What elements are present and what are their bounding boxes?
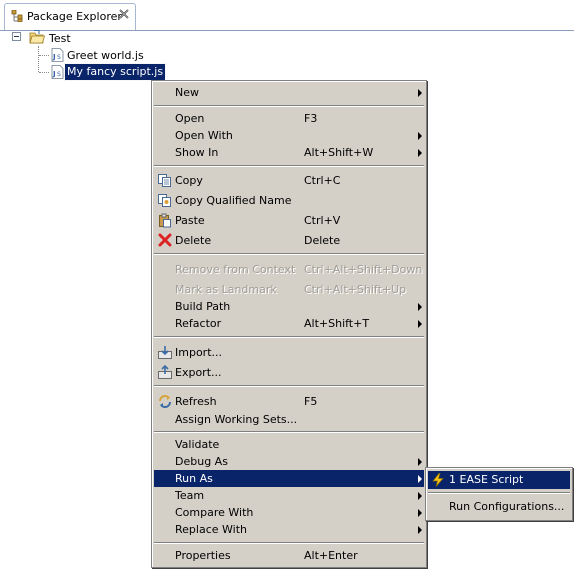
menu-separator	[154, 253, 424, 255]
menu-item-copy-qualified-name[interactable]: Copy Qualified Name	[154, 192, 424, 209]
export-icon	[158, 365, 172, 379]
shortcut-label: Ctrl+C	[304, 174, 341, 187]
menu-item-import[interactable]: Import...	[154, 344, 424, 361]
menu-item-paste[interactable]: Paste Ctrl+V	[154, 212, 424, 229]
submenu-arrow-icon	[418, 509, 422, 517]
menu-item-open-with[interactable]: Open With	[154, 127, 424, 144]
project-node[interactable]: Test	[49, 32, 71, 45]
shortcut-label: Alt+Shift+T	[304, 317, 370, 330]
menu-separator	[154, 385, 424, 387]
paste-icon	[159, 213, 171, 228]
menu-item-open[interactable]: Open F3	[154, 110, 424, 127]
menu-item-mark-as-landmark: Mark as Landmark Ctrl+Alt+Shift+Up	[175, 283, 407, 296]
shortcut-label: Ctrl+Alt+Shift+Down	[304, 263, 423, 276]
menu-item-show-in[interactable]: Show In Alt+Shift+W	[154, 144, 424, 161]
submenu-arrow-icon	[418, 458, 422, 466]
menu-separator	[154, 165, 424, 167]
tree-file-item-selected[interactable]: My fancy script.js	[63, 63, 167, 81]
tree-connector	[39, 72, 49, 73]
submenu-arrow-icon	[418, 492, 422, 500]
submenu-arrow-icon	[418, 320, 422, 328]
menu-item-run-as[interactable]: Run As	[154, 470, 424, 487]
menu-item-refactor[interactable]: Refactor Alt+Shift+T	[154, 315, 424, 332]
menu-item-replace-with[interactable]: Replace With	[154, 521, 424, 538]
shortcut-label: Alt+Enter	[304, 549, 358, 562]
shortcut-label: F3	[304, 112, 318, 125]
js-file-icon: J S	[51, 65, 64, 79]
view-title: Package Explorer	[27, 10, 122, 23]
menu-separator	[154, 542, 424, 544]
menu-separator	[154, 431, 424, 433]
menu-item-team[interactable]: Team	[154, 487, 424, 504]
menu-item-assign-working-sets[interactable]: Assign Working Sets...	[154, 411, 424, 428]
package-explorer-tab[interactable]: Package Explorer	[4, 3, 136, 30]
menu-item-new[interactable]: New	[154, 84, 424, 101]
submenu-arrow-icon	[418, 475, 422, 483]
submenu-arrow-icon	[418, 526, 422, 534]
submenu-arrow-icon	[418, 132, 422, 140]
shortcut-label: Alt+Shift+W	[304, 146, 374, 159]
shortcut-label: Ctrl+V	[304, 214, 341, 227]
context-menu: New Open F3 Open With Show In Alt+Shift+…	[151, 80, 427, 568]
package-explorer-icon	[11, 10, 23, 22]
run-as-submenu: 1 EASE Script Run Configurations...	[425, 467, 573, 521]
submenu-item-run-configurations[interactable]: Run Configurations...	[428, 498, 570, 516]
copy-qualified-name-icon	[158, 194, 171, 207]
import-icon	[158, 346, 172, 359]
svg-text:J: J	[52, 70, 56, 78]
menu-separator	[154, 336, 424, 338]
submenu-arrow-icon	[418, 149, 422, 157]
close-icon[interactable]	[118, 8, 130, 20]
menu-item-build-path[interactable]: Build Path	[154, 298, 424, 315]
menu-item-export[interactable]: Export...	[154, 364, 424, 381]
tree-file-item[interactable]: Greet world.js	[67, 49, 144, 62]
svg-text:S: S	[57, 54, 61, 61]
js-file-icon: J S	[51, 48, 64, 62]
tree-connector	[39, 55, 49, 56]
tree-collapse-toggle[interactable]	[12, 32, 21, 41]
svg-text:S: S	[57, 71, 61, 78]
menu-item-compare-with[interactable]: Compare With	[154, 504, 424, 521]
submenu-arrow-icon	[418, 89, 422, 97]
shortcut-label: Ctrl+Alt+Shift+Up	[304, 283, 407, 296]
submenu-item-ease-script[interactable]: 1 EASE Script	[428, 471, 570, 489]
menu-item-debug-as[interactable]: Debug As	[154, 453, 424, 470]
menu-item-delete[interactable]: Delete Delete	[154, 232, 424, 249]
ease-script-icon	[432, 473, 444, 487]
menu-item-remove-from-context: Remove from Context Ctrl+Alt+Shift+Down	[175, 263, 423, 276]
view-tab-bar: Package Explorer	[0, 0, 574, 31]
project-folder-icon	[29, 30, 45, 44]
menu-item-validate[interactable]: Validate	[154, 436, 424, 453]
menu-item-refresh[interactable]: Refresh F5	[154, 393, 424, 410]
menu-item-copy[interactable]: Copy Ctrl+C	[154, 172, 424, 189]
menu-separator	[154, 105, 424, 107]
menu-separator	[428, 492, 570, 494]
shortcut-label: Delete	[304, 234, 341, 247]
svg-text:J: J	[52, 53, 56, 61]
delete-icon	[158, 233, 172, 247]
submenu-arrow-icon	[418, 303, 422, 311]
shortcut-label: F5	[304, 395, 318, 408]
menu-item-properties[interactable]: Properties Alt+Enter	[154, 547, 424, 564]
tree-connector	[38, 46, 39, 72]
copy-icon	[158, 174, 171, 187]
refresh-icon	[159, 395, 171, 408]
